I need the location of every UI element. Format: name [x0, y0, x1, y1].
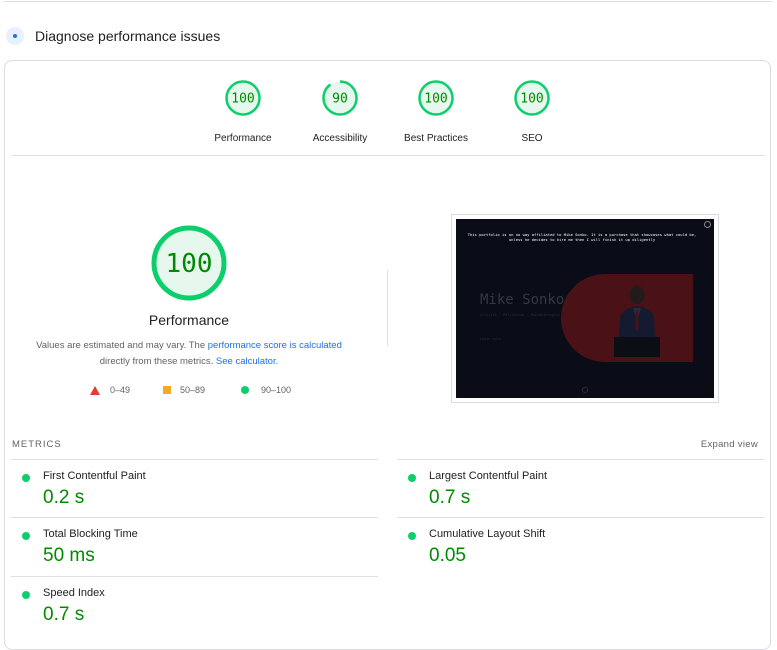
- category-accessibility[interactable]: 90 Accessibility: [290, 79, 390, 144]
- performance-score-value: 100: [166, 249, 213, 279]
- score-gauge: 100: [514, 80, 550, 116]
- category-seo[interactable]: 100 SEO: [482, 79, 582, 144]
- hero-name: Mike Sonko: [480, 292, 565, 308]
- metric-name: Cumulative Layout Shift: [429, 528, 546, 540]
- metric-speed-index: Speed Index 0.7 s: [11, 576, 378, 635]
- pass-circle-icon: [241, 386, 249, 394]
- category-gauges: 100 Performance 90 Accessibility 100 Bes…: [0, 79, 777, 149]
- average-square-icon: [163, 386, 171, 394]
- hero-tagline: Activist · Politician · Philanthropist: [480, 313, 561, 317]
- metric-value: 0.05: [429, 545, 466, 566]
- note-text: directly from these metrics.: [99, 356, 216, 367]
- legend-fail: 0–49: [90, 385, 130, 395]
- fail-triangle-icon: [90, 385, 100, 395]
- top-divider: [4, 1, 772, 2]
- scroll-indicator-icon: [582, 387, 588, 393]
- pass-circle-icon: [408, 532, 416, 540]
- metric-value: 0.7 s: [429, 487, 471, 508]
- score-gauge: 100: [418, 80, 454, 116]
- pass-circle-icon: [408, 474, 416, 482]
- person-portrait: [614, 286, 660, 357]
- expand-view-button[interactable]: Expand view: [701, 439, 758, 450]
- category-best-practices[interactable]: 100 Best Practices: [386, 79, 486, 144]
- pass-circle-icon: [22, 591, 30, 599]
- metrics-heading: METRICS: [12, 439, 62, 450]
- score-note: Values are estimated and may vary. The p…: [29, 338, 349, 370]
- metric-value: 50 ms: [43, 545, 95, 566]
- pass-circle-icon: [22, 532, 30, 540]
- performance-score-gauge: 100: [151, 225, 227, 301]
- metric-largest-contentful-paint: Largest Contentful Paint 0.7 s: [397, 459, 764, 518]
- note-text: Values are estimated and may vary. The: [36, 340, 208, 351]
- category-label: Best Practices: [404, 133, 468, 144]
- legend-range: 90–100: [261, 385, 292, 395]
- score-value: 90: [332, 92, 348, 107]
- performance-title: Performance: [148, 312, 230, 328]
- final-screenshot[interactable]: This portfolio is on no way affiliated t…: [451, 214, 719, 403]
- category-label: SEO: [521, 133, 543, 144]
- see-calculator-link[interactable]: See calculator.: [216, 356, 278, 367]
- pass-circle-icon: [22, 474, 30, 482]
- score-gauge: 90: [322, 80, 358, 116]
- metric-cumulative-layout-shift: Cumulative Layout Shift 0.05: [397, 517, 764, 576]
- metric-value: 0.7 s: [43, 604, 85, 625]
- score-value: 100: [520, 92, 543, 107]
- metric-name: First Contentful Paint: [43, 470, 146, 482]
- legend-range: 50–89: [180, 385, 206, 395]
- hero-link: Learn more: [480, 337, 502, 341]
- metric-value: 0.2 s: [43, 487, 85, 508]
- category-label: Performance: [214, 133, 272, 144]
- metric-name: Largest Contentful Paint: [429, 470, 548, 482]
- legend-range: 0–49: [110, 385, 131, 395]
- metric-name: Total Blocking Time: [43, 528, 138, 540]
- screenshot-banner: This portfolio is on no way affiliated t…: [467, 232, 697, 242]
- score-value: 100: [231, 92, 254, 107]
- performance-score-link[interactable]: performance score is calculated: [208, 340, 342, 351]
- category-label: Accessibility: [312, 133, 368, 144]
- lighthouse-icon: [6, 27, 24, 45]
- score-value: 100: [424, 92, 447, 107]
- category-performance[interactable]: 100 Performance: [193, 79, 293, 144]
- metric-first-contentful-paint: First Contentful Paint 0.2 s: [11, 459, 378, 518]
- section-title: Diagnose performance issues: [35, 28, 221, 44]
- screenshot-viewport: This portfolio is on no way affiliated t…: [456, 219, 714, 398]
- gauges-divider: [12, 155, 765, 156]
- close-icon: [704, 221, 711, 228]
- vertical-divider: [387, 270, 388, 346]
- metric-name: Speed Index: [43, 587, 105, 599]
- legend-pass: 90–100: [241, 385, 291, 395]
- legend-average: 50–89: [163, 385, 205, 395]
- score-gauge: 100: [225, 80, 261, 116]
- section-header: Diagnose performance issues: [6, 25, 220, 47]
- metric-total-blocking-time: Total Blocking Time 50 ms: [11, 517, 378, 576]
